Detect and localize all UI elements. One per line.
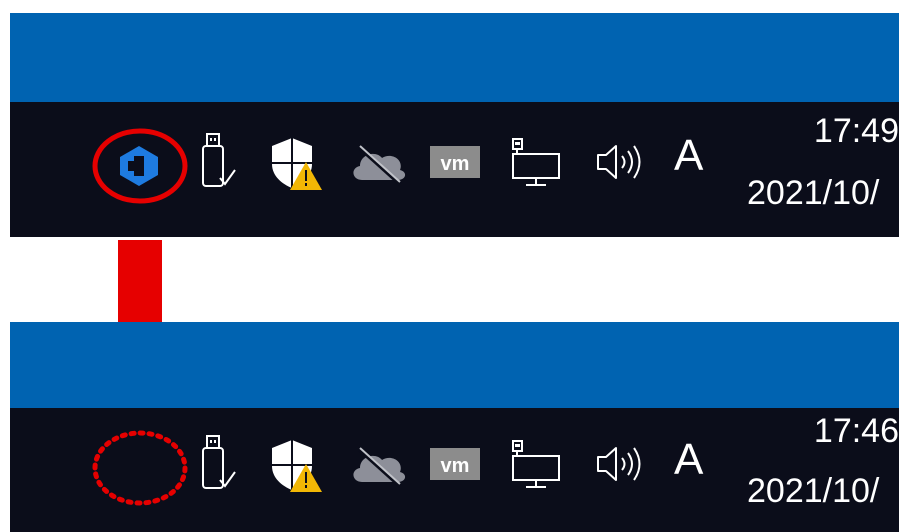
network-icon[interactable] bbox=[510, 136, 562, 190]
taskbar: vm A 17:49 2021/10/ bbox=[10, 102, 899, 237]
usb-drive-icon[interactable] bbox=[198, 434, 238, 494]
security-shield-warning-icon[interactable] bbox=[268, 136, 324, 192]
desktop-background bbox=[10, 13, 899, 102]
clock-date[interactable]: 2021/10/ bbox=[747, 176, 879, 210]
clock-time[interactable]: 17:49 bbox=[789, 114, 899, 148]
ime-indicator[interactable]: A bbox=[674, 134, 703, 178]
volume-icon[interactable] bbox=[594, 142, 654, 182]
usb-drive-icon[interactable] bbox=[198, 132, 238, 192]
security-shield-warning-icon[interactable] bbox=[268, 438, 324, 494]
svg-text:vm: vm bbox=[441, 455, 470, 477]
ime-indicator[interactable]: A bbox=[674, 438, 703, 482]
screenshot-before: vm A 17:49 2021/10/ bbox=[10, 13, 899, 237]
app-logo-icon[interactable] bbox=[114, 144, 164, 188]
network-icon[interactable] bbox=[510, 438, 562, 492]
desktop-background bbox=[10, 322, 899, 408]
system-tray: vm A 17:49 2021/10/ bbox=[10, 102, 899, 237]
taskbar: vm A 17:46 2021/10/ bbox=[10, 408, 899, 532]
vmware-icon[interactable]: vm bbox=[428, 142, 484, 182]
clock-date[interactable]: 2021/10/ bbox=[747, 474, 879, 508]
clock-time[interactable]: 17:46 bbox=[789, 414, 899, 448]
onedrive-offline-icon[interactable] bbox=[348, 142, 408, 186]
volume-icon[interactable] bbox=[594, 444, 654, 484]
vmware-icon[interactable]: vm bbox=[428, 444, 484, 484]
onedrive-offline-icon[interactable] bbox=[348, 444, 408, 488]
removed-icon-marker bbox=[92, 430, 188, 506]
svg-text:vm: vm bbox=[441, 153, 470, 175]
screenshot-after: vm A 17:46 2021/10/ bbox=[10, 322, 899, 532]
system-tray: vm A 17:46 2021/10/ bbox=[10, 408, 899, 532]
